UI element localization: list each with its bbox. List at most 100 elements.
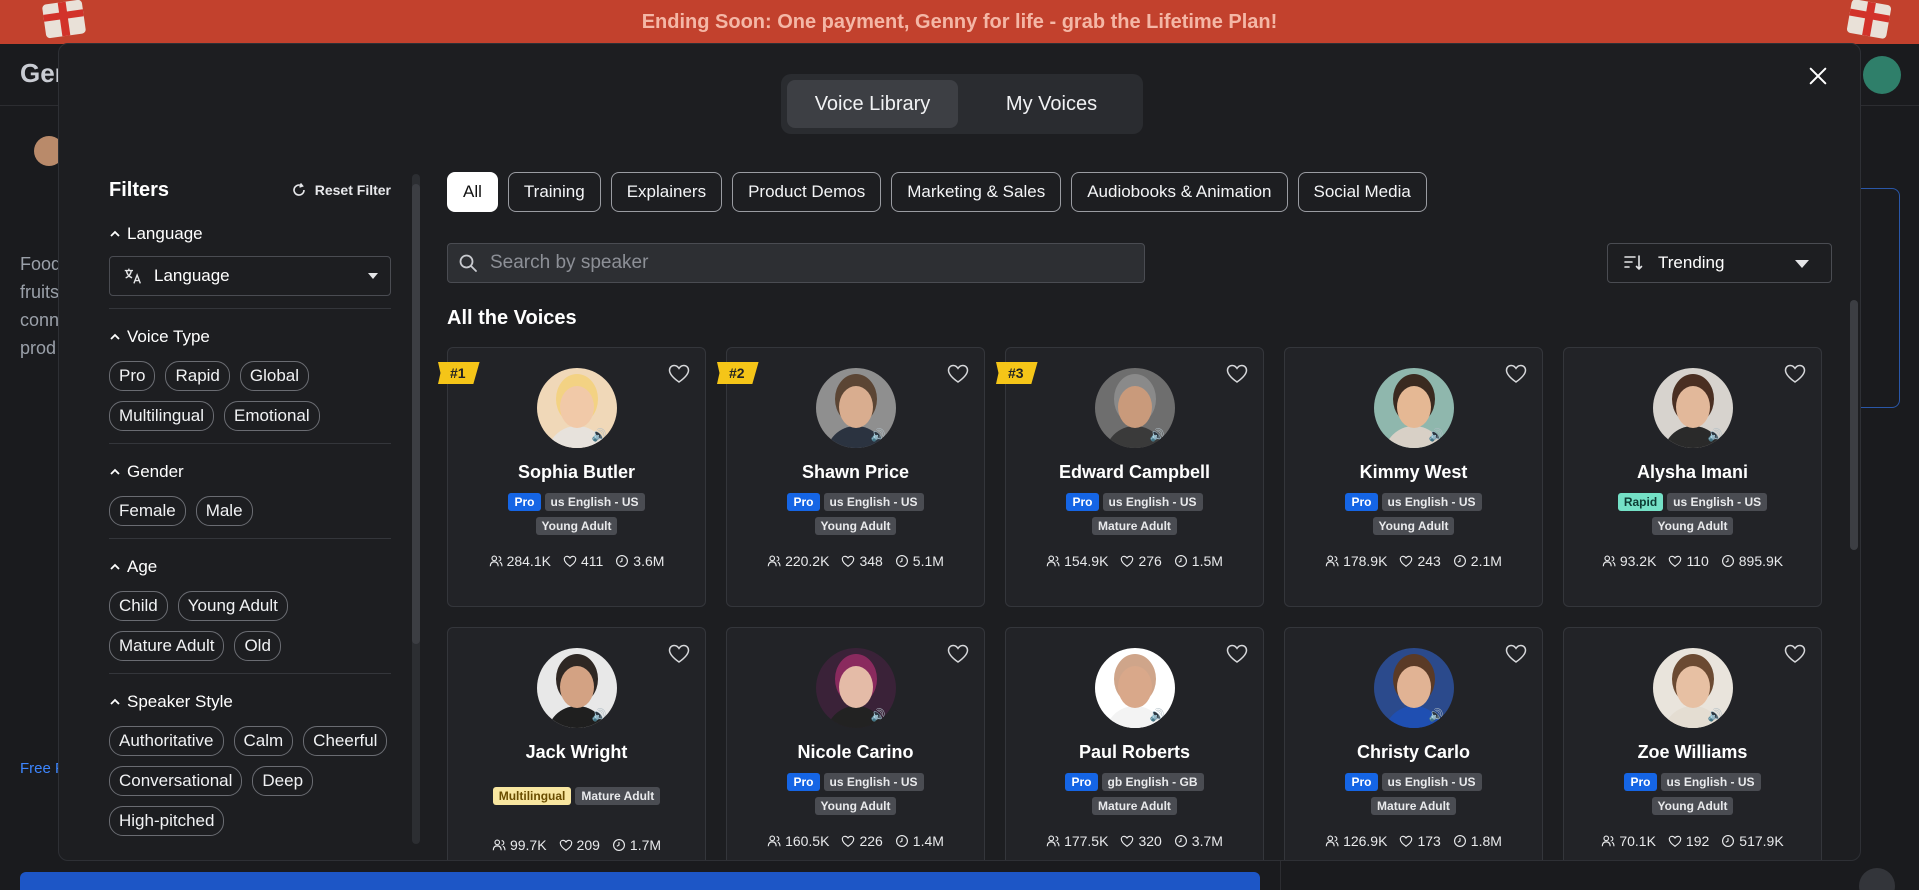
favorite-button[interactable] — [946, 362, 970, 386]
chip-speaker-style[interactable]: High-pitched — [109, 806, 225, 836]
voice-avatar[interactable]: 🔊 — [536, 648, 617, 728]
category-training[interactable]: Training — [507, 172, 601, 212]
category-product-demos[interactable]: Product Demos — [732, 172, 882, 212]
voice-card[interactable]: 🔊 Jack Wright Multilingual Mature Adult 9… — [447, 627, 706, 860]
age-section-toggle[interactable]: Age — [109, 555, 391, 579]
favorite-button[interactable] — [1225, 362, 1249, 386]
voices-scrollbar-thumb[interactable] — [1850, 300, 1858, 550]
chip-voice-type[interactable]: Multilingual — [109, 401, 215, 431]
promo-banner-text: Ending Soon: One payment, Genny for life… — [641, 10, 1278, 33]
avatar-face — [1675, 666, 1710, 708]
voice-card[interactable]: #3 🔊 Edward Campbell Pro us English - US … — [996, 347, 1264, 607]
chip-age[interactable]: Mature Adult — [109, 631, 225, 661]
speaker-icon[interactable]: 🔊 — [1150, 428, 1165, 442]
voice-avatar[interactable]: 🔊 — [815, 368, 896, 448]
chip-speaker-style[interactable]: Cheerful — [303, 726, 388, 756]
chip-gender[interactable]: Female — [109, 496, 186, 526]
chip-age[interactable]: Child — [109, 591, 168, 621]
favorite-button[interactable] — [1504, 362, 1528, 386]
favorite-button[interactable] — [667, 642, 691, 666]
category-all[interactable]: All — [447, 172, 498, 212]
speaker-icon[interactable]: 🔊 — [592, 708, 607, 722]
age-badge: Mature Adult — [1092, 517, 1177, 535]
chip-speaker-style[interactable]: Authoritative — [109, 726, 224, 756]
voice-card[interactable]: 🔊 Nicole Carino Pro us English - US Young… — [726, 627, 985, 860]
favorite-button[interactable] — [667, 362, 691, 386]
heart-icon — [842, 835, 855, 847]
speaker-search — [447, 243, 1145, 283]
speaker-icon[interactable]: 🔊 — [1429, 708, 1444, 722]
voices-scrollbar[interactable] — [1850, 294, 1858, 854]
voice-card[interactable]: 🔊 Paul Roberts Pro gb English - GB Mature… — [1005, 627, 1264, 860]
favorite-button[interactable] — [1504, 642, 1528, 666]
voice-avatar[interactable]: 🔊 — [1652, 368, 1733, 448]
rank-badge: #2 — [717, 362, 759, 384]
category-social-media[interactable]: Social Media — [1297, 172, 1427, 212]
voice-avatar[interactable]: 🔊 — [1652, 648, 1733, 728]
voice-card[interactable]: 🔊 Christy Carlo Pro us English - US Matur… — [1284, 627, 1543, 860]
filters-scrollbar[interactable] — [412, 174, 420, 844]
chip-gender[interactable]: Male — [195, 496, 253, 526]
speaker-icon[interactable]: 🔊 — [1150, 708, 1165, 722]
age-badge: Mature Adult — [1371, 797, 1456, 815]
category-audiobooks-animation[interactable]: Audiobooks & Animation — [1071, 172, 1288, 212]
voice-card[interactable]: 🔊 Alysha Imani Rapid us English - US Youn… — [1563, 347, 1822, 607]
voice-name: Edward Campbell — [1058, 462, 1211, 482]
tab-voice-library[interactable]: Voice Library — [787, 80, 958, 128]
voice-avatar[interactable]: 🔊 — [1094, 648, 1175, 728]
category-explainers[interactable]: Explainers — [610, 172, 723, 212]
voice-avatar[interactable]: 🔊 — [536, 368, 617, 448]
chip-speaker-style[interactable]: Deep — [252, 766, 314, 796]
category-marketing-sales[interactable]: Marketing & Sales — [891, 172, 1062, 212]
chip-speaker-style[interactable]: Calm — [233, 726, 294, 756]
speaker-icon[interactable]: 🔊 — [871, 708, 886, 722]
user-avatar[interactable] — [1863, 56, 1901, 94]
heart-icon — [563, 555, 577, 567]
voice-avatar[interactable]: 🔊 — [1373, 368, 1454, 448]
language-select-value: Language — [154, 266, 230, 285]
help-icon[interactable] — [1859, 868, 1895, 890]
chip-voice-type[interactable]: Global — [239, 361, 310, 391]
voice-avatar[interactable]: 🔊 — [1094, 368, 1175, 448]
speaker-icon[interactable]: 🔊 — [1708, 428, 1723, 442]
speaker-icon[interactable]: 🔊 — [1708, 708, 1723, 722]
favorite-button[interactable] — [1783, 642, 1807, 666]
voice-avatar[interactable]: 🔊 — [1373, 648, 1454, 728]
filters-scrollbar-thumb[interactable] — [412, 184, 420, 644]
tab-my-voices[interactable]: My Voices — [966, 80, 1137, 128]
voice-type-section-toggle[interactable]: Voice Type — [109, 325, 391, 349]
heart-icon — [668, 364, 690, 383]
promo-banner[interactable]: Ending Soon: One payment, Genny for life… — [0, 0, 1919, 44]
voice-card[interactable]: 🔊 Kimmy West Pro us English - US Young Ad… — [1284, 347, 1543, 607]
sort-select[interactable]: Trending — [1607, 243, 1832, 283]
speaker-icon[interactable]: 🔊 — [592, 428, 607, 442]
gender-section-toggle[interactable]: Gender — [109, 460, 391, 484]
voice-tags: Multilingual Mature Adult — [492, 787, 661, 805]
voice-stats: 126.9K 173 1.8M — [1325, 833, 1502, 849]
favorite-button[interactable] — [1783, 362, 1807, 386]
users-stat: 178.9K — [1325, 553, 1387, 569]
favorite-button[interactable] — [1225, 642, 1249, 666]
chip-age[interactable]: Young Adult — [177, 591, 288, 621]
chip-voice-type[interactable]: Rapid — [165, 361, 230, 391]
clock-icon — [1722, 835, 1735, 847]
reset-filter-button[interactable]: Reset Filter — [291, 182, 391, 198]
speaker-icon[interactable]: 🔊 — [1429, 428, 1444, 442]
chip-voice-type[interactable]: Emotional — [224, 401, 320, 431]
chevron-up-icon — [110, 333, 120, 340]
language-section-toggle[interactable]: Language — [109, 222, 391, 246]
chip-voice-type[interactable]: Pro — [109, 361, 156, 391]
speaker-icon[interactable]: 🔊 — [871, 428, 886, 442]
voice-name: Shawn Price — [801, 462, 910, 482]
speaker-style-section-toggle[interactable]: Speaker Style — [109, 690, 391, 714]
voice-card[interactable]: 🔊 Zoe Williams Pro us English - US Young … — [1563, 627, 1822, 860]
search-input[interactable] — [490, 252, 1134, 274]
voice-avatar[interactable]: 🔊 — [815, 648, 896, 728]
chip-speaker-style[interactable]: Conversational — [109, 766, 243, 796]
close-modal-button[interactable] — [1802, 60, 1834, 92]
voice-card[interactable]: #2 🔊 Shawn Price Pro us English - US Youn… — [717, 347, 985, 607]
language-select[interactable]: Language — [109, 256, 391, 296]
chip-age[interactable]: Old — [234, 631, 281, 661]
voice-card[interactable]: #1 🔊 Sophia Butler Pro us English - US Yo… — [438, 347, 706, 607]
favorite-button[interactable] — [946, 642, 970, 666]
